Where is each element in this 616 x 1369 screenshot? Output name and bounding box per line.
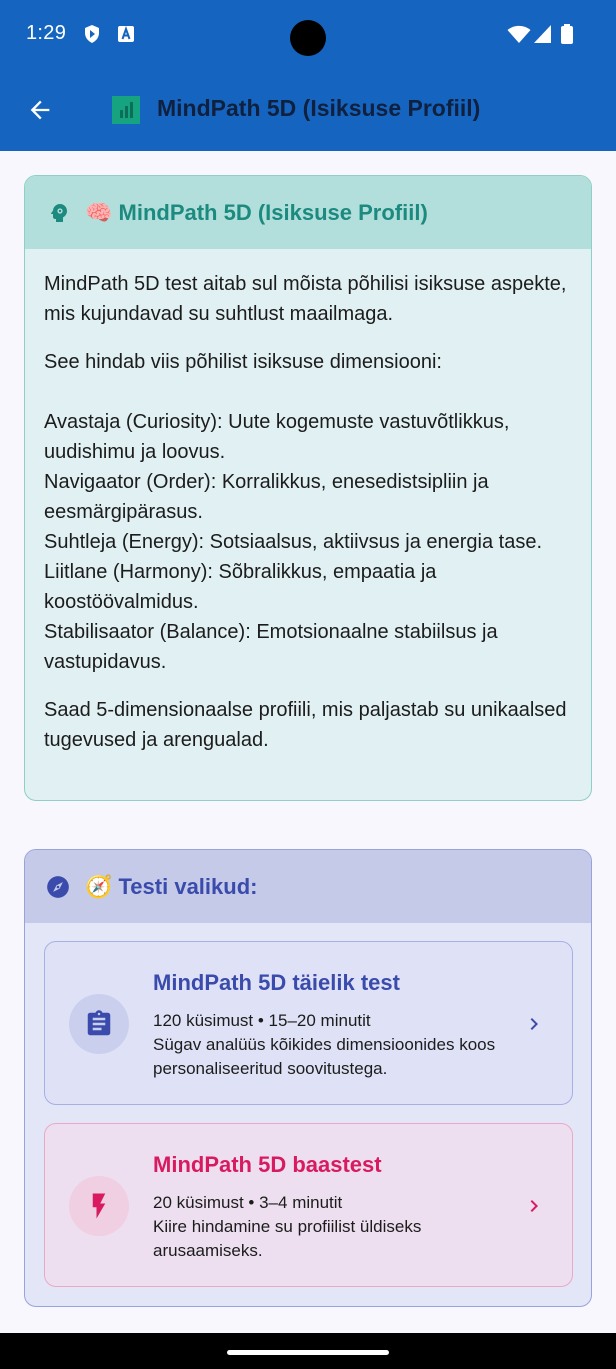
- options-title: 🧭 Testi valikud:: [85, 873, 258, 899]
- arrow-back-icon: [30, 100, 50, 120]
- clipboard-icon-container: [69, 994, 129, 1054]
- basic-test-meta: 20 küsimust • 3–4 minutit: [153, 1193, 343, 1212]
- full-test-description: Sügav analüüs kõikides dimensioonides ko…: [153, 1035, 496, 1078]
- keyboard-a-icon: [118, 25, 134, 42]
- bolt-icon: [92, 1193, 106, 1219]
- shield-icon: [85, 25, 99, 43]
- result-paragraph: Saad 5-dimensionaalse profiili, mis palj…: [44, 699, 567, 751]
- app-bar: MindPath 5D (Isiksuse Profiil): [0, 68, 616, 151]
- chart-logo-icon: [112, 96, 140, 124]
- intro-body: MindPath 5D test aitab sul mõista põhili…: [25, 249, 591, 755]
- battery-icon: [561, 24, 573, 44]
- intro-title: 🧠 MindPath 5D (Isiksuse Profiil): [85, 199, 428, 225]
- clipboard-icon: [87, 1010, 111, 1036]
- compass-icon: [47, 875, 69, 898]
- back-button[interactable]: [18, 88, 62, 132]
- test-options-card: 🧭 Testi valikud: MindPath 5D täielik tes…: [24, 849, 592, 1307]
- options-header: 🧭 Testi valikud:: [25, 850, 591, 923]
- full-test-details: 120 küsimust • 15–20 minutit Sügav analü…: [153, 1009, 498, 1081]
- full-test-title: MindPath 5D täielik test: [153, 970, 400, 995]
- signal-icon: [534, 25, 551, 43]
- status-bar: 1:29: [0, 0, 616, 68]
- full-test-option[interactable]: MindPath 5D täielik test 120 küsimust • …: [44, 941, 573, 1105]
- chevron-right-icon: [530, 1200, 538, 1212]
- intro-paragraph: MindPath 5D test aitab sul mõista põhili…: [44, 273, 567, 325]
- status-time: 1:29: [26, 22, 67, 44]
- intro-header: 🧠 MindPath 5D (Isiksuse Profiil): [25, 176, 591, 249]
- psychology-icon: [50, 203, 67, 222]
- navigation-bar: [0, 1333, 616, 1369]
- basic-test-details: 20 küsimust • 3–4 minutit Kiire hindamin…: [153, 1191, 498, 1263]
- page-title: MindPath 5D (Isiksuse Profiil): [157, 95, 481, 121]
- bolt-icon-container: [69, 1176, 129, 1236]
- intro-card: 🧠 MindPath 5D (Isiksuse Profiil) MindPat…: [24, 175, 592, 801]
- dimensions-paragraph: See hindab viis põhilist isiksuse dimens…: [44, 351, 543, 673]
- basic-test-title: MindPath 5D baastest: [153, 1152, 382, 1177]
- wifi-icon: [507, 25, 531, 43]
- chevron-right-icon: [530, 1018, 538, 1030]
- home-gesture-handle[interactable]: [227, 1350, 389, 1355]
- camera-cutout: [290, 20, 326, 56]
- basic-test-description: Kiire hindamine su profiilist üldiseks a…: [153, 1217, 422, 1260]
- basic-test-option[interactable]: MindPath 5D baastest 20 küsimust • 3–4 m…: [44, 1123, 573, 1287]
- full-test-meta: 120 küsimust • 15–20 minutit: [153, 1011, 371, 1030]
